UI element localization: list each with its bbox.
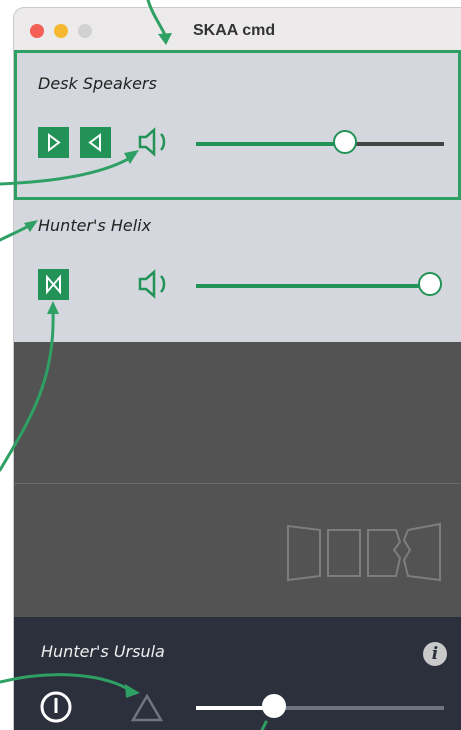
triangle-outline-icon[interactable]: [130, 693, 164, 723]
empty-device-area: [14, 342, 461, 617]
volume-slider[interactable]: [196, 272, 444, 296]
device-name: Hunter's Helix: [38, 216, 152, 235]
footer-volume-slider[interactable]: [196, 694, 444, 718]
bowtie-icon: [46, 274, 61, 295]
device-panel-hunters-helix[interactable]: Hunter's Helix: [14, 200, 461, 342]
footer-volume-knob[interactable]: [262, 694, 286, 718]
close-window-button[interactable]: [30, 24, 44, 38]
volume-slider-knob[interactable]: [418, 272, 442, 296]
stop-route-button[interactable]: [38, 269, 69, 300]
footer-bar: Hunter's Ursula i: [14, 617, 461, 730]
skaa-logo-icon: [287, 522, 441, 582]
divider: [14, 483, 461, 484]
selected-device-outline: [14, 50, 461, 200]
window-title: SKAA cmd: [193, 22, 276, 39]
minimize-window-button[interactable]: [54, 24, 68, 38]
info-icon[interactable]: i: [423, 642, 447, 666]
zoom-window-button[interactable]: [78, 24, 92, 38]
title-bar: SKAA cmd: [14, 8, 461, 50]
power-icon[interactable]: [38, 689, 74, 725]
app-window: SKAA cmd Desk Speakers Hunter's Helix Hu…: [14, 8, 461, 730]
speaker-icon[interactable]: [136, 267, 172, 301]
footer-device-name: Hunter's Ursula: [41, 642, 165, 661]
